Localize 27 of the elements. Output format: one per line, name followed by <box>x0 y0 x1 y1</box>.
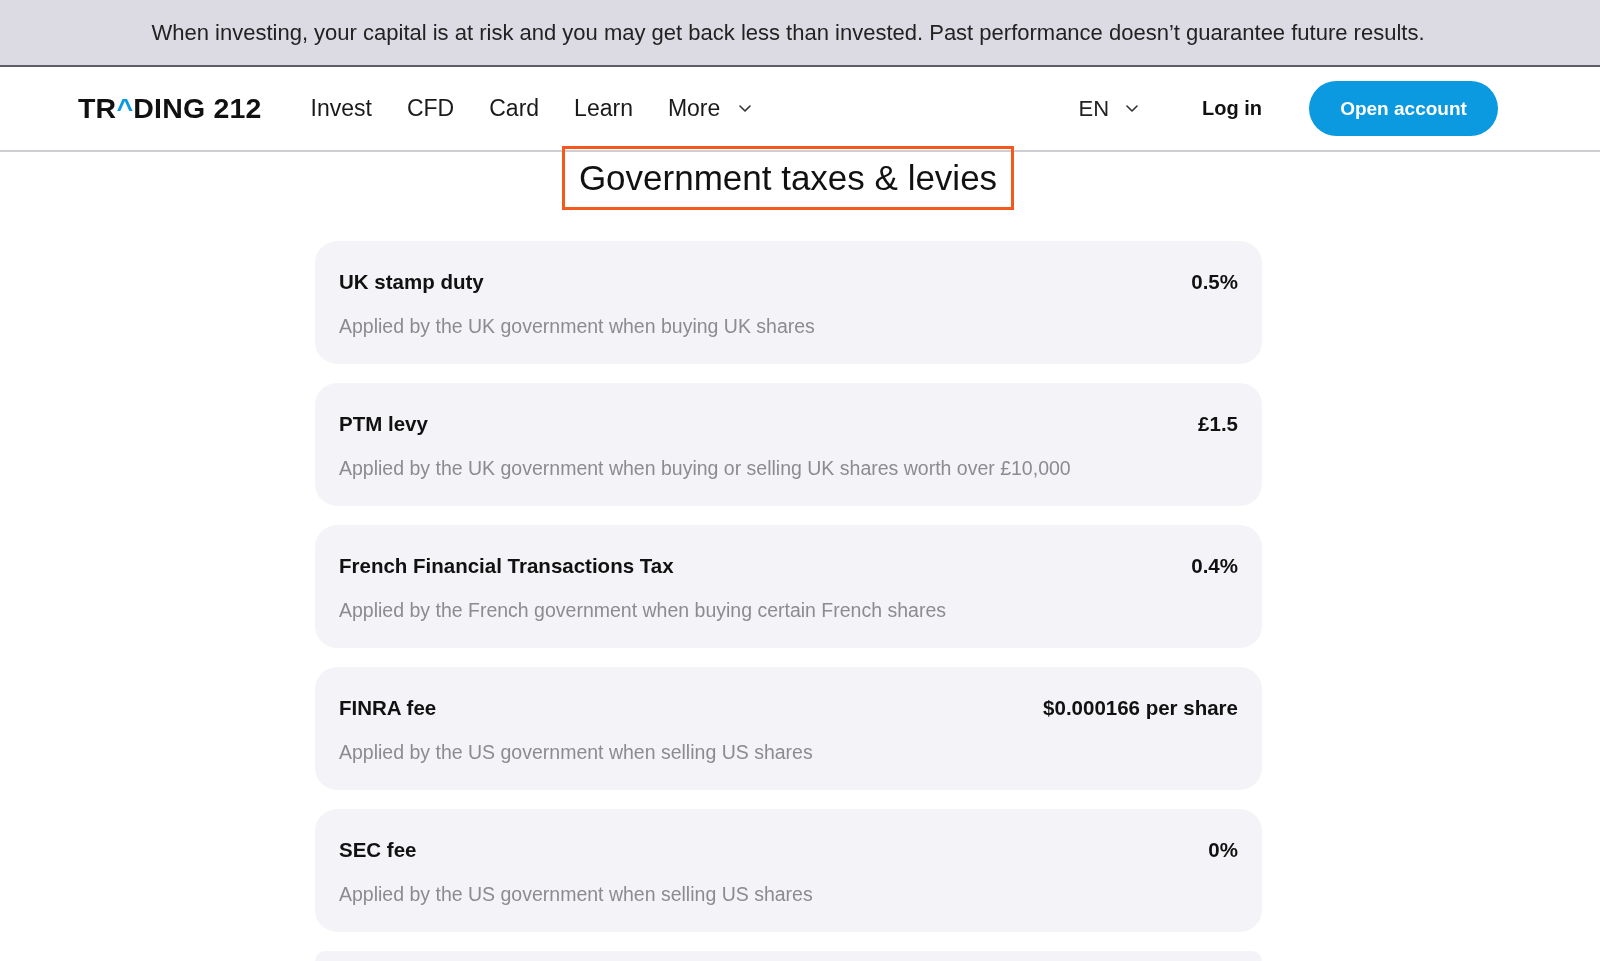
section-title: Government taxes & levies <box>578 158 998 198</box>
fee-name: SEC fee <box>339 838 417 862</box>
logo[interactable]: TR^DING 212 <box>78 92 262 125</box>
fee-description: Applied by the US government when selling US shares <box>339 882 814 906</box>
nav-link[interactable]: CFD <box>406 95 455 122</box>
fee-name: UK stamp duty <box>339 270 484 294</box>
language-selector[interactable]: EN <box>1078 95 1138 122</box>
nav-link[interactable]: Invest <box>310 95 372 122</box>
risk-warning: When investing, your capital is at risk and you may get back less than invested. Past performance doesn’t guarantee future results. <box>151 19 1425 46</box>
nav-link[interactable]: Card <box>489 95 540 122</box>
nav-link[interactable]: Learn <box>574 95 633 122</box>
nav-menu-button[interactable]: More <box>667 95 752 122</box>
chevron-down-icon <box>739 105 752 112</box>
chevron-down-icon <box>1126 105 1138 112</box>
fee-value: 0% <box>1208 838 1238 862</box>
fee-description: Applied by the UK government when buying or selling UK shares worth over £10,000 <box>339 456 1072 480</box>
login-link[interactable]: Log in <box>1202 97 1262 120</box>
fee-value: 0.5% <box>1191 270 1238 294</box>
fee-description: Applied by the US government when selling US shares <box>339 740 814 764</box>
fee-name: FINRA fee <box>339 696 437 720</box>
fee-value: 0.4% <box>1191 554 1238 578</box>
fee-description: Applied by the UK government when buying UK shares <box>339 314 816 338</box>
fee-value: £1.5 <box>1198 412 1238 436</box>
fee-description: Applied by the French government when buying certain French shares <box>339 598 947 622</box>
fee-name: French Financial Transactions Tax <box>339 554 674 578</box>
fee-value: $0.000166 per share <box>1043 696 1238 720</box>
fee-name: PTM levy <box>339 412 428 436</box>
